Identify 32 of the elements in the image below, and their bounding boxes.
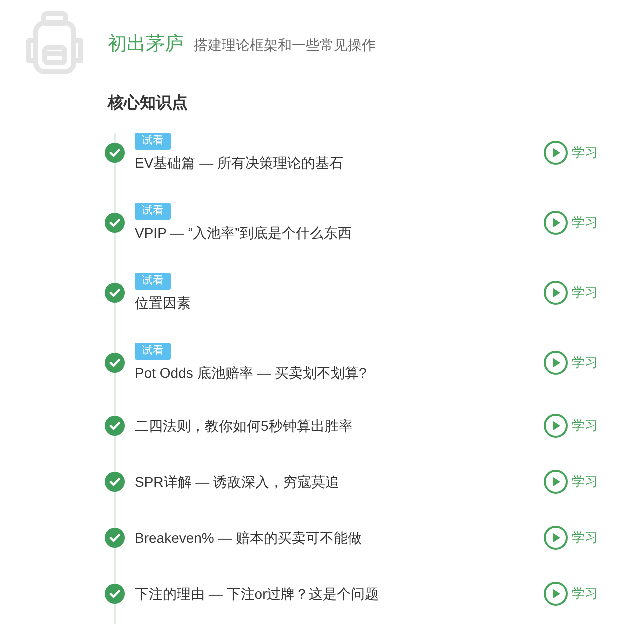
preview-badge: 试看 [135, 343, 171, 360]
play-icon [544, 211, 568, 235]
study-button[interactable]: 学习 [544, 414, 598, 438]
play-icon [544, 470, 568, 494]
play-icon [544, 526, 568, 550]
preview-badge: 试看 [135, 203, 171, 220]
lesson-title: Pot Odds 底池赔率 — 买卖划不划算? [135, 364, 367, 383]
study-button[interactable]: 学习 [544, 281, 598, 305]
play-icon [544, 351, 568, 375]
study-button[interactable]: 学习 [544, 526, 598, 550]
study-button[interactable]: 学习 [544, 582, 598, 606]
course-subtitle: 搭建理论框架和一些常见操作 [194, 36, 376, 55]
play-icon [544, 281, 568, 305]
backpack-icon [25, 11, 85, 75]
study-button[interactable]: 学习 [544, 470, 598, 494]
lesson-title: VPIP — “入池率”到底是个什么东西 [135, 224, 352, 243]
study-button[interactable]: 学习 [544, 141, 598, 165]
course-title: 初出茅庐 [108, 33, 184, 57]
lesson-title: Breakeven% — 赔本的买卖可不能做 [135, 529, 362, 548]
study-button[interactable]: 学习 [544, 351, 598, 375]
lesson-title: 二四法则，教你如何5秒钟算出胜率 [135, 417, 353, 436]
study-button[interactable]: 学习 [544, 211, 598, 235]
lesson-title: SPR详解 — 诱敌深入，穷寇莫追 [135, 473, 340, 492]
play-icon [544, 582, 568, 606]
preview-badge: 试看 [135, 273, 171, 290]
lesson-title: 下注的理由 — 下注or过牌？这是个问题 [135, 585, 380, 604]
section-heading: 核心知识点 [108, 93, 188, 114]
lesson-title: 位置因素 [135, 294, 191, 313]
play-icon [544, 141, 568, 165]
preview-badge: 试看 [135, 133, 171, 150]
play-icon [544, 414, 568, 438]
lesson-title: EV基础篇 — 所有决策理论的基石 [135, 154, 344, 173]
